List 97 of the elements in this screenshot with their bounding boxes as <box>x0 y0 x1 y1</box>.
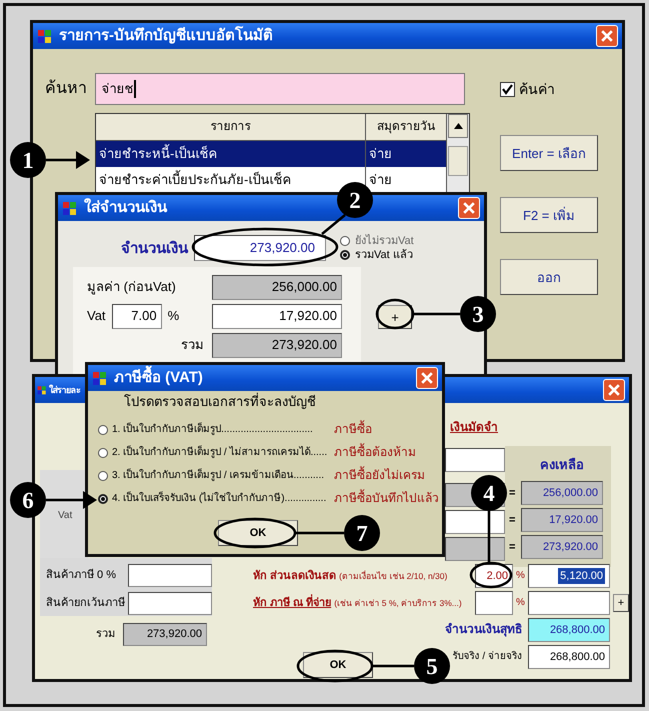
leader-line <box>372 664 414 668</box>
radio-button[interactable] <box>98 494 108 504</box>
total-label: รวม <box>95 628 116 641</box>
leader-line <box>296 532 344 534</box>
search-label: ค้นหา <box>45 80 88 98</box>
highlight-oval <box>376 298 414 330</box>
callout-marker: 3 <box>460 296 496 332</box>
zero-rate-label: สินค้าภาษี 0 % <box>46 569 118 582</box>
base-value-field: 256,000.00 <box>212 275 342 300</box>
withholding-label[interactable]: หัก ภาษี ณ ที่จ่าย (เช่น ค่าเช่า 5 %, ค่าบริการ 3%...) <box>253 596 475 610</box>
column-header[interactable]: สมุดรายวัน <box>366 114 447 141</box>
radio-label: 1. เป็นใบกำกับภาษีเต็มรูป................................. <box>112 424 313 436</box>
balance-field: 273,920.00 <box>521 535 603 559</box>
callout-marker: 6 <box>10 482 46 518</box>
add-button[interactable]: + <box>613 594 629 612</box>
total-label: รวม <box>180 338 205 353</box>
percent-sign: % <box>168 309 180 324</box>
amount-label: จำนวนเงิน <box>120 240 190 257</box>
close-button[interactable] <box>596 25 618 47</box>
base-value-label: มูลค่า (ก่อนVat) <box>87 280 177 295</box>
radio-label: รวมVat แล้ว <box>355 248 413 262</box>
search-field[interactable]: จ่ายช <box>94 73 465 105</box>
exempt-label: สินค้ายกเว้นภาษี <box>46 597 126 610</box>
close-icon <box>601 30 613 42</box>
discount-label: หัก ส่วนลดเงินสด (ตามเงื่อนไข เช่น 2/10, n/30) <box>253 570 448 582</box>
input-field <box>445 537 505 561</box>
table-cell[interactable]: จ่าย <box>366 141 447 167</box>
arrow-up-icon[interactable] <box>454 123 462 129</box>
highlight-oval <box>470 562 512 588</box>
callout-marker: 2 <box>337 182 373 218</box>
action-button[interactable]: ออก <box>500 259 598 295</box>
vat-label: Vat <box>58 510 72 522</box>
action-button[interactable]: Enter = เลือก <box>500 135 598 171</box>
app-icon <box>62 200 78 216</box>
close-icon <box>463 202 475 214</box>
action-button[interactable]: F2 = เพิ่ม <box>500 197 598 233</box>
leader-line <box>488 511 490 563</box>
net-amount-label: จำนวนเงินสุทธิ <box>444 623 523 637</box>
checkbox-label: ค้นค่า <box>519 80 555 98</box>
leader-arrow <box>46 491 97 509</box>
vat-label: Vat <box>87 309 106 324</box>
close-icon <box>608 384 620 396</box>
callout-marker: 4 <box>471 475 507 511</box>
radio-button[interactable] <box>340 250 350 260</box>
discount-amount-field[interactable]: 5,120.00 <box>528 564 610 588</box>
radio-button[interactable] <box>98 471 108 481</box>
total-field: 273,920.00 <box>212 333 342 358</box>
app-icon <box>92 370 108 386</box>
received-field[interactable]: 268,800.00 <box>528 645 610 669</box>
close-button[interactable] <box>416 367 438 389</box>
net-amount-field: 268,800.00 <box>528 618 610 642</box>
balance-field: 17,920.00 <box>521 508 603 532</box>
equals-sign: = <box>509 514 516 526</box>
close-button[interactable] <box>458 197 480 219</box>
leader-arrow <box>46 151 90 169</box>
radio-label: 3. เป็นใบกำกับภาษีเต็มรูป / เครมข้ามเดือน........... <box>112 470 324 482</box>
radio-button[interactable] <box>98 425 108 435</box>
scrollbar[interactable] <box>447 114 469 193</box>
zero-rate-field[interactable] <box>128 564 212 587</box>
withholding-amount-field[interactable] <box>528 591 610 615</box>
percent-sign: % <box>515 570 526 582</box>
close-button[interactable] <box>603 379 625 401</box>
callout-marker: 1 <box>10 142 46 178</box>
withholding-rate-field[interactable] <box>475 591 513 615</box>
callout-marker: 7 <box>344 515 380 551</box>
window-title: รายการ-บันทึกบัญชีแบบอัตโนมัติ <box>59 27 273 45</box>
equals-sign: = <box>509 540 516 554</box>
balance-header: คงเหลือ <box>539 456 585 474</box>
input-field[interactable] <box>445 510 505 534</box>
leader-line <box>413 312 460 316</box>
window-title: ใส่จำนวนเงิน <box>84 199 167 217</box>
radio-label: 2. เป็นใบกำกับภาษีเต็มรูป / ไม่สามารถเครมได้...... <box>112 447 328 459</box>
radio-button[interactable] <box>340 236 350 246</box>
amount-field[interactable]: 273,920.00 <box>194 235 326 262</box>
vat-rate-field[interactable]: 7.00 <box>112 304 162 329</box>
vat-amount-field[interactable]: 17,920.00 <box>212 304 342 329</box>
input-field[interactable] <box>445 448 505 472</box>
percent-sign: % <box>515 597 526 609</box>
total-field: 273,920.00 <box>123 623 207 646</box>
received-label: รับจริง / จ่ายจริง <box>452 651 523 663</box>
table-cell[interactable]: จ่ายชำระหนี้-เป็นเช็ค <box>96 141 366 167</box>
radio-label: 4. เป็นใบเสร็จรับเงิน (ไม่ใช่ใบกำกับภาษี)............... <box>112 493 326 505</box>
radio-label: ยังไม่รวมVat <box>355 235 414 248</box>
leader-line <box>321 214 346 235</box>
prompt-text: โปรดตรวจสอบเอกสารที่จะลงบัญชี <box>123 392 317 411</box>
radio-button[interactable] <box>98 448 108 458</box>
exempt-field[interactable] <box>128 592 212 615</box>
column-header[interactable]: รายการ <box>96 114 366 141</box>
window-title: ใส่รายละ <box>49 384 80 396</box>
close-icon <box>421 372 433 384</box>
app-icon <box>37 28 53 44</box>
balance-field: 256,000.00 <box>521 481 603 505</box>
checkbox[interactable] <box>500 82 515 96</box>
deposit-link[interactable]: เงินมัดจำ <box>450 421 498 435</box>
app-icon <box>37 385 47 395</box>
equals-sign: = <box>509 486 516 500</box>
callout-marker: 5 <box>414 648 450 684</box>
